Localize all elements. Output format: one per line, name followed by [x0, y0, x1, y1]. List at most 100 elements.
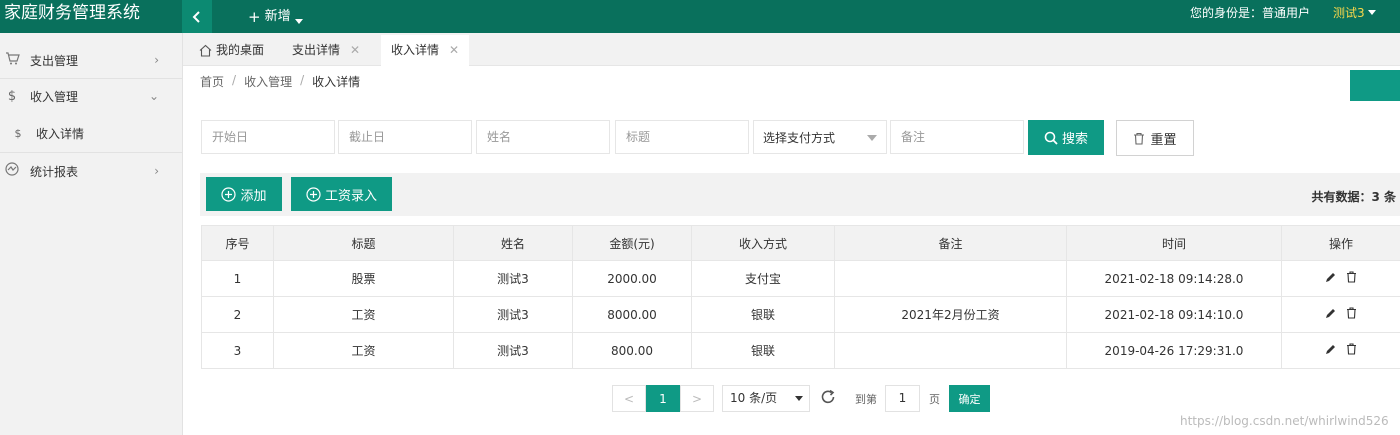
search-icon	[1044, 131, 1058, 145]
cell-name: 测试3	[453, 296, 573, 333]
column-header: 操作	[1281, 225, 1400, 261]
cell-actions	[1281, 296, 1400, 333]
page-label: 页	[929, 393, 940, 406]
search-button[interactable]: 搜索	[1028, 120, 1104, 155]
cell-time: 2021-02-18 09:14:28.0	[1066, 260, 1282, 297]
search-button-label: 搜索	[1061, 132, 1088, 147]
column-header: 金额(元)	[572, 225, 692, 261]
salary-entry-button[interactable]: 工资录入	[291, 177, 392, 211]
edit-icon[interactable]	[1325, 272, 1336, 283]
cell-no: 2	[201, 296, 274, 333]
sidebar-item-income[interactable]: $ 收入管理 ⌄	[0, 78, 183, 114]
dollar-icon: $	[14, 126, 22, 140]
breadcrumb: 首页 / 收入管理 / 收入详情	[200, 73, 360, 90]
cell-method: 银联	[691, 296, 835, 333]
edit-icon[interactable]	[1325, 308, 1336, 319]
chart-icon	[4, 162, 20, 180]
breadcrumb-item: 收入详情	[312, 75, 361, 89]
home-icon	[199, 44, 212, 57]
tab-income-detail[interactable]: 收入详情 ✕	[381, 35, 470, 66]
chevron-right-icon: ›	[154, 53, 159, 67]
total-count: 共有数据：3 条	[1311, 188, 1396, 205]
caret-down-icon	[867, 135, 877, 141]
cell-actions	[1281, 332, 1400, 369]
refresh-icon[interactable]	[819, 388, 837, 406]
title-input[interactable]	[615, 120, 749, 154]
name-input[interactable]	[476, 120, 610, 154]
sidebar-item-label: 收入详情	[36, 126, 85, 141]
column-header: 姓名	[453, 225, 573, 261]
cell-name: 测试3	[453, 332, 573, 369]
tab-desktop[interactable]: 我的桌面	[189, 35, 274, 66]
tab-label: 收入详情	[391, 43, 440, 57]
column-header: 时间	[1066, 225, 1282, 261]
cell-remark	[834, 260, 1067, 297]
new-menu[interactable]: + 新增	[248, 0, 303, 33]
edit-icon[interactable]	[1325, 344, 1336, 355]
income-table: 序号 标题 姓名 金额(元) 收入方式 备注 时间 操作 1 股票 测试3 20…	[201, 225, 1400, 369]
goto-confirm-button[interactable]: 确定	[949, 385, 990, 412]
user-menu[interactable]: 测试3	[1333, 0, 1376, 33]
cell-time: 2021-02-18 09:14:10.0	[1066, 296, 1282, 333]
tab-label: 支出详情	[292, 43, 341, 57]
reset-button[interactable]: 重置	[1116, 120, 1194, 156]
close-icon[interactable]: ✕	[350, 35, 360, 66]
trash-icon[interactable]	[1346, 307, 1357, 319]
app-title: 家庭财务管理系统	[4, 3, 140, 23]
sidebar: 支出管理 › $ 收入管理 ⌄ $ 收入详情 统计报表 ›	[0, 33, 183, 435]
close-icon[interactable]: ✕	[449, 35, 459, 66]
dollar-icon: $	[7, 88, 17, 104]
sidebar-item-income-detail[interactable]: $ 收入详情	[0, 115, 183, 151]
payment-method-select[interactable]: 选择支付方式	[753, 120, 887, 154]
cell-amount: 8000.00	[572, 296, 692, 333]
chevron-left-icon	[192, 10, 200, 23]
start-date-input[interactable]	[201, 120, 335, 154]
sidebar-item-expense[interactable]: 支出管理 ›	[0, 42, 183, 78]
sidebar-item-label: 支出管理	[30, 53, 79, 68]
total-unit: 条	[1379, 190, 1396, 204]
refresh-button[interactable]	[1350, 70, 1400, 101]
cell-method: 支付宝	[691, 260, 835, 297]
total-label: 共有数据：	[1311, 190, 1372, 204]
breadcrumb-separator: /	[232, 73, 237, 87]
plus-circle-icon	[306, 186, 321, 202]
caret-down-icon	[294, 19, 303, 24]
page-size-select[interactable]: 10 条/页	[722, 385, 810, 412]
tab-expense-detail[interactable]: 支出详情 ✕	[282, 35, 370, 66]
add-button[interactable]: 添加	[206, 177, 282, 211]
user-name: 测试3	[1333, 6, 1365, 20]
column-header: 序号	[201, 225, 274, 261]
cart-icon	[4, 51, 20, 69]
breadcrumb-item[interactable]: 首页	[200, 73, 224, 90]
sidebar-item-label: 收入管理	[30, 89, 79, 104]
goto-page-input[interactable]: 1	[885, 385, 920, 412]
sidebar-item-label: 统计报表	[30, 164, 79, 179]
breadcrumb-separator: /	[300, 73, 305, 87]
cell-actions	[1281, 260, 1400, 297]
table-header-row: 序号 标题 姓名 金额(元) 收入方式 备注 时间 操作	[201, 225, 1400, 261]
add-button-label: 添加	[240, 188, 267, 204]
salary-entry-button-label: 工资录入	[324, 188, 377, 204]
table-row: 1 股票 测试3 2000.00 支付宝 2021-02-18 09:14:28…	[201, 260, 1400, 297]
trash-icon[interactable]	[1346, 271, 1357, 283]
total-value: 3	[1371, 190, 1380, 204]
cell-time: 2019-04-26 17:29:31.0	[1066, 332, 1282, 369]
cell-title: 股票	[273, 260, 454, 297]
sidebar-collapse-button[interactable]	[182, 0, 212, 33]
breadcrumb-item[interactable]: 收入管理	[244, 73, 292, 90]
next-page-button[interactable]: >	[680, 385, 714, 412]
prev-page-button[interactable]: <	[612, 385, 646, 412]
tab-label: 我的桌面	[216, 43, 265, 57]
new-menu-label: 新增	[264, 8, 291, 24]
cell-remark	[834, 332, 1067, 369]
current-page[interactable]: 1	[646, 385, 680, 412]
cell-method: 银联	[691, 332, 835, 369]
trash-icon[interactable]	[1346, 343, 1357, 355]
caret-down-icon	[795, 396, 803, 401]
payment-method-value: 选择支付方式	[763, 131, 836, 145]
remark-input[interactable]	[890, 120, 1024, 154]
end-date-input[interactable]	[338, 120, 472, 154]
trash-icon	[1134, 132, 1145, 145]
cell-no: 1	[201, 260, 274, 297]
sidebar-item-report[interactable]: 统计报表 ›	[0, 153, 183, 189]
